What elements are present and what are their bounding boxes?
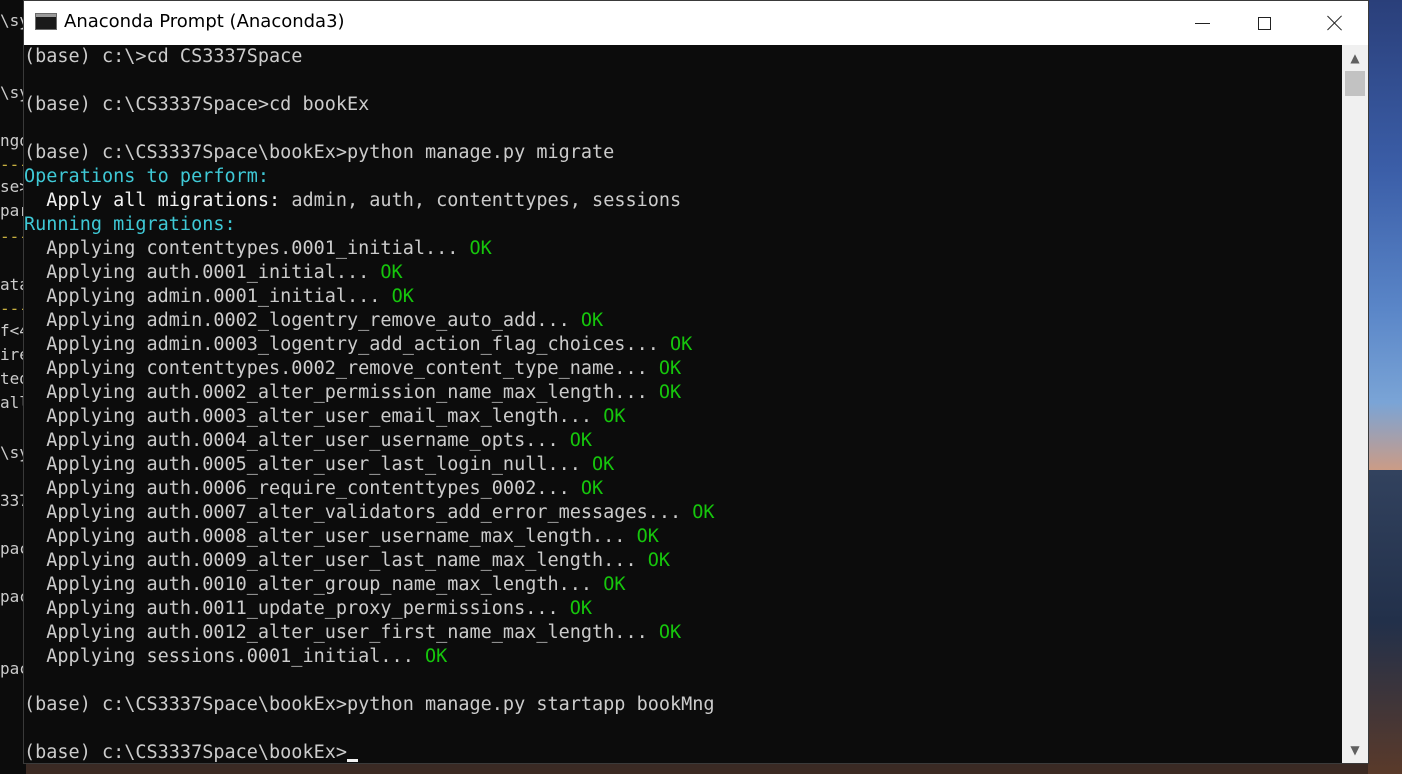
console-text: admin, auth, contenttypes, sessions <box>280 190 682 211</box>
console-text: Applying auth.0006_require_contenttypes_… <box>24 478 581 499</box>
console-line: Applying auth.0004_alter_user_username_o… <box>24 429 715 453</box>
console-text: (base) c:\CS3337Space>cd bookEx <box>24 94 370 115</box>
console-text: (base) c:\CS3337Space\bookEx>python mana… <box>24 694 715 715</box>
console-text: Apply all migrations: <box>24 190 281 211</box>
console-text: Applying auth.0007_alter_validators_add_… <box>24 502 693 523</box>
console-line: Applying auth.0010_alter_group_name_max_… <box>24 573 715 597</box>
scroll-up-arrow-icon[interactable]: ▲ <box>1342 47 1368 69</box>
console-text: Applying admin.0002_logentry_remove_auto… <box>24 310 581 331</box>
console-text: (base) c:\CS3337Space\bookEx> <box>24 742 348 763</box>
status-ok-text: OK <box>569 430 593 451</box>
console-text: Applying auth.0001_initial... <box>24 262 381 283</box>
console-line: Applying auth.0011_update_proxy_permissi… <box>24 597 715 621</box>
status-ok-text: OK <box>592 454 615 475</box>
status-ok-text: OK <box>469 238 492 259</box>
status-ok-text: OK <box>670 334 693 355</box>
minimize-button[interactable] <box>1167 1 1237 45</box>
close-button[interactable] <box>1300 1 1368 45</box>
console-line: Applying auth.0007_alter_validators_add_… <box>24 501 715 525</box>
status-ok-text: OK <box>658 358 682 379</box>
console-text: Operations to perform: <box>24 166 270 187</box>
desktop-wallpaper-strip <box>1368 470 1402 774</box>
console-line: Applying auth.0002_alter_permission_name… <box>24 381 715 405</box>
console-line: Applying auth.0001_initial... OK <box>24 261 715 285</box>
console-text: Applying auth.0002_alter_permission_name… <box>24 382 659 403</box>
status-ok-text: OK <box>391 286 414 307</box>
console-line: Applying auth.0009_alter_user_last_name_… <box>24 549 715 573</box>
maximize-button[interactable] <box>1229 1 1299 45</box>
console-lines: (base) c:\>cd CS3337Space (base) c:\CS333… <box>24 45 715 763</box>
console-text: Applying auth.0009_alter_user_last_name_… <box>24 550 648 571</box>
console-text: Applying contenttypes.0002_remove_conten… <box>24 358 659 379</box>
status-ok-text: OK <box>658 382 682 403</box>
console-text: Applying auth.0011_update_proxy_permissi… <box>24 598 570 619</box>
console-line: Apply all migrations: admin, auth, conte… <box>24 189 715 213</box>
console-line: Applying auth.0008_alter_user_username_m… <box>24 525 715 549</box>
console-text: Applying auth.0010_alter_group_name_max_… <box>24 574 604 595</box>
status-ok-text: OK <box>647 550 671 571</box>
console-text: Applying admin.0001_initial... <box>24 286 392 307</box>
console-line: Applying contenttypes.0001_initial... OK <box>24 237 715 261</box>
console-line: Applying admin.0002_logentry_remove_auto… <box>24 309 715 333</box>
close-icon <box>1327 15 1343 31</box>
console-line: Applying admin.0001_initial... OK <box>24 285 715 309</box>
title-bar[interactable]: Anaconda Prompt (Anaconda3) <box>24 1 1368 45</box>
status-ok-text: OK <box>424 646 448 667</box>
console-text: Applying sessions.0001_initial... <box>24 646 425 667</box>
console-line: Running migrations: <box>24 213 715 237</box>
console-line: Applying contenttypes.0002_remove_conten… <box>24 357 715 381</box>
console-line: Applying auth.0005_alter_user_last_login… <box>24 453 715 477</box>
status-ok-text: OK <box>380 262 403 283</box>
console-text: Applying contenttypes.0001_initial... <box>24 238 470 259</box>
console-line: (base) c:\CS3337Space\bookEx>python mana… <box>24 141 715 165</box>
status-ok-text: OK <box>603 574 626 595</box>
scrollbar-thumb[interactable] <box>1345 71 1365 96</box>
anaconda-prompt-window[interactable]: Anaconda Prompt (Anaconda3) (base) c:\>c… <box>23 0 1369 764</box>
console-line: Operations to perform: <box>24 165 715 189</box>
window-title: Anaconda Prompt (Anaconda3) <box>64 11 345 32</box>
console-line: (base) c:\CS3337Space\bookEx>python mana… <box>24 693 715 717</box>
text-cursor <box>347 759 359 762</box>
scroll-down-arrow-icon[interactable]: ▼ <box>1342 739 1368 761</box>
status-ok-text: OK <box>692 502 715 523</box>
desktop-background: \sy\syngo---se>par---ata---f<4iretedall\… <box>0 0 1402 774</box>
console-line: (base) c:\CS3337Space\bookEx> <box>24 741 715 763</box>
maximize-icon <box>1257 16 1271 30</box>
console-text: Running migrations: <box>24 214 236 235</box>
vertical-scrollbar[interactable]: ▲ ▼ <box>1342 45 1368 763</box>
console-line: Applying auth.0006_require_contenttypes_… <box>24 477 715 501</box>
console-text: Applying auth.0008_alter_user_username_m… <box>24 526 637 547</box>
console-line: Applying auth.0003_alter_user_email_max_… <box>24 405 715 429</box>
status-ok-text: OK <box>580 478 604 499</box>
console-text: (base) c:\CS3337Space\bookEx>python mana… <box>24 142 615 163</box>
status-ok-text: OK <box>603 406 626 427</box>
console-text: Applying auth.0012_alter_user_first_name… <box>24 622 659 643</box>
console-output[interactable]: (base) c:\>cd CS3337Space (base) c:\CS333… <box>24 45 1342 763</box>
console-app-icon <box>35 13 57 30</box>
console-text: Applying auth.0003_alter_user_email_max_… <box>24 406 604 427</box>
console-line: (base) c:\>cd CS3337Space <box>24 45 715 69</box>
console-line: Applying auth.0012_alter_user_first_name… <box>24 621 715 645</box>
console-text: Applying auth.0004_alter_user_username_o… <box>24 430 570 451</box>
console-text: Applying admin.0003_logentry_add_action_… <box>24 334 671 355</box>
console-line: Applying admin.0003_logentry_add_action_… <box>24 333 715 357</box>
console-line: (base) c:\CS3337Space>cd bookEx <box>24 93 715 117</box>
status-ok-text: OK <box>580 310 604 331</box>
status-ok-text: OK <box>658 622 682 643</box>
console-line: Applying sessions.0001_initial... OK <box>24 645 715 669</box>
console-text: (base) c:\>cd CS3337Space <box>24 46 303 67</box>
status-ok-text: OK <box>569 598 593 619</box>
status-ok-text: OK <box>636 526 659 547</box>
console-text: Applying auth.0005_alter_user_last_login… <box>24 454 593 475</box>
minimize-icon <box>1194 22 1210 24</box>
